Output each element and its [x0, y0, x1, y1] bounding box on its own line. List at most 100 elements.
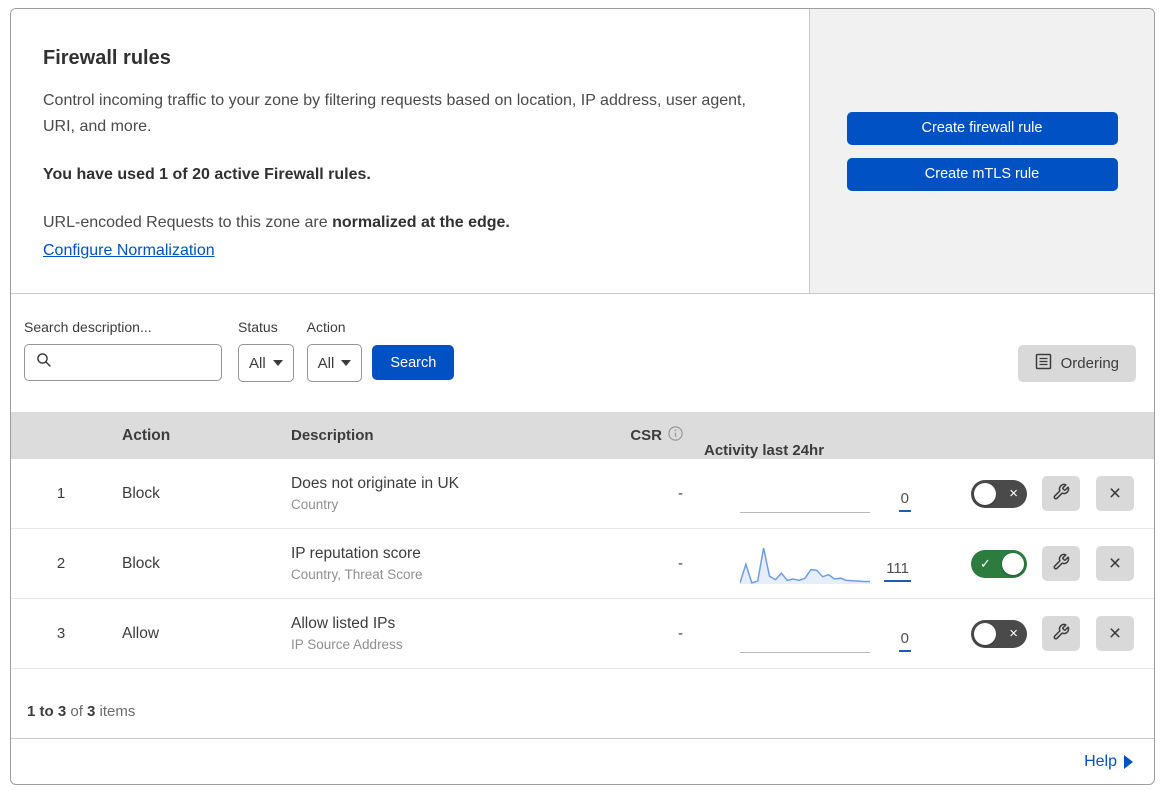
- ordering-button-label: Ordering: [1060, 355, 1119, 372]
- search-group: Search description...: [24, 319, 222, 381]
- delete-rule-button[interactable]: ×: [1096, 546, 1134, 581]
- csr-label: CSR: [630, 427, 662, 444]
- activity-sparkline: [740, 616, 870, 656]
- chevron-down-icon: [272, 360, 283, 366]
- row-description-cell: Does not originate in UK Country: [283, 475, 593, 512]
- chevron-down-icon: [341, 360, 352, 366]
- row-fields: Country, Threat Score: [291, 567, 423, 582]
- row-action: Block: [122, 554, 160, 572]
- row-controls: × ✓ ×: [911, 616, 1154, 651]
- search-button[interactable]: Search: [372, 345, 455, 380]
- summary-range: 1 to 3: [27, 703, 67, 720]
- search-icon: [36, 352, 52, 373]
- toggle-x-icon: ×: [1009, 484, 1018, 502]
- status-dropdown[interactable]: All: [238, 344, 294, 382]
- action-dropdown[interactable]: All: [306, 344, 363, 382]
- summary-of: of: [66, 703, 88, 720]
- edit-rule-button[interactable]: [1042, 546, 1080, 581]
- page-description: Control incoming traffic to your zone by…: [43, 92, 746, 135]
- normalization-bold: normalized at the edge.: [332, 213, 510, 231]
- filter-bar: Search description... Status All Action: [11, 294, 1154, 412]
- create-firewall-rule-button[interactable]: Create firewall rule: [846, 111, 1118, 145]
- ordering-button[interactable]: Ordering: [1017, 345, 1136, 382]
- header-section: Firewall rules Control incoming traffic …: [11, 9, 1154, 294]
- row-index: 1: [56, 485, 66, 502]
- row-description: Allow listed IPs: [291, 615, 396, 632]
- toggle-check-icon: ✓: [980, 555, 991, 571]
- items-summary: 1 to 3 of 3 items: [11, 669, 1154, 739]
- toggle-knob: [974, 622, 996, 645]
- close-icon: ×: [1108, 622, 1122, 645]
- wrench-icon: [1052, 553, 1070, 574]
- rule-toggle[interactable]: × ✓: [971, 619, 1027, 648]
- delete-rule-button[interactable]: ×: [1096, 476, 1134, 511]
- table-row: 2 Block IP reputation score Country, Thr…: [11, 529, 1154, 599]
- action-dropdown-value: All: [317, 354, 335, 372]
- row-action: Block: [122, 484, 160, 502]
- row-description: IP reputation score: [291, 545, 421, 562]
- create-mtls-rule-button[interactable]: Create mTLS rule: [846, 157, 1118, 191]
- table-row: 3 Allow Allow listed IPs IP Source Addre…: [11, 599, 1154, 669]
- configure-normalization-link[interactable]: Configure Normalization: [43, 242, 215, 259]
- info-icon[interactable]: [668, 426, 683, 445]
- table-body: 1 Block Does not originate in UK Country…: [11, 459, 1154, 669]
- row-description-cell: Allow listed IPs IP Source Address: [283, 615, 593, 652]
- search-label: Search description...: [24, 319, 152, 335]
- rule-toggle[interactable]: × ✓: [971, 549, 1027, 578]
- status-dropdown-value: All: [249, 354, 266, 372]
- edit-rule-button[interactable]: [1042, 476, 1080, 511]
- status-filter-group: Status All: [238, 319, 294, 382]
- toggle-x-icon: ×: [1009, 624, 1018, 642]
- column-header-description: Description: [291, 427, 374, 444]
- usage-summary: You have used 1 of 20 active Firewall ru…: [43, 165, 371, 183]
- toggle-knob: [974, 482, 996, 505]
- column-header-csr: CSR: [630, 426, 683, 445]
- page-title: Firewall rules: [43, 47, 171, 69]
- activity-count-link[interactable]: 0: [898, 630, 911, 652]
- row-description-cell: IP reputation score Country, Threat Scor…: [283, 545, 593, 582]
- firewall-rules-page: Firewall rules Control incoming traffic …: [0, 0, 1161, 791]
- activity-count-link[interactable]: 0: [898, 490, 911, 512]
- row-activity-cell: 0: [683, 599, 911, 668]
- activity-sparkline: [740, 476, 870, 516]
- search-input[interactable]: [60, 354, 210, 371]
- wrench-icon: [1052, 623, 1070, 644]
- close-icon: ×: [1108, 552, 1122, 575]
- search-input-wrapper[interactable]: [24, 344, 222, 381]
- cta-panel: Create firewall rule Create mTLS rule: [810, 9, 1154, 293]
- row-activity-cell: 111: [683, 529, 911, 598]
- rule-toggle[interactable]: × ✓: [971, 479, 1027, 508]
- normalization-note: URL-encoded Requests to this zone are no…: [43, 214, 777, 232]
- row-action: Allow: [122, 624, 160, 642]
- row-index: 3: [56, 625, 66, 642]
- table-row: 1 Block Does not originate in UK Country…: [11, 459, 1154, 529]
- help-link[interactable]: Help: [1084, 753, 1133, 771]
- row-fields: Country: [291, 497, 339, 512]
- row-fields: IP Source Address: [291, 637, 403, 652]
- activity-sparkline: [740, 546, 870, 586]
- close-icon: ×: [1108, 482, 1122, 505]
- ordering-icon: [1035, 353, 1052, 374]
- toggle-knob: [1002, 552, 1024, 575]
- row-activity-cell: 0: [683, 459, 911, 528]
- row-controls: × ✓ ×: [911, 546, 1154, 581]
- row-controls: × ✓ ×: [911, 476, 1154, 511]
- delete-rule-button[interactable]: ×: [1096, 616, 1134, 651]
- intro-panel: Firewall rules Control incoming traffic …: [11, 9, 810, 293]
- edit-rule-button[interactable]: [1042, 616, 1080, 651]
- action-filter-group: Action All: [306, 319, 363, 382]
- row-index: 2: [56, 555, 66, 572]
- normalization-prefix: URL-encoded Requests to this zone are: [43, 213, 333, 231]
- wrench-icon: [1052, 483, 1070, 504]
- activity-count-link[interactable]: 111: [884, 560, 911, 582]
- table-header: Action Description CSR Activity last 24h…: [11, 412, 1154, 459]
- column-header-action: Action: [122, 426, 171, 444]
- row-description: Does not originate in UK: [291, 475, 460, 492]
- help-bar: Help: [11, 739, 1154, 784]
- help-link-label: Help: [1084, 752, 1117, 770]
- help-arrow-icon: [1124, 754, 1133, 769]
- action-label: Action: [306, 319, 346, 335]
- column-header-activity: Activity last 24hr: [704, 442, 825, 459]
- summary-items: items: [95, 703, 136, 720]
- firewall-rules-card: Firewall rules Control incoming traffic …: [10, 8, 1155, 785]
